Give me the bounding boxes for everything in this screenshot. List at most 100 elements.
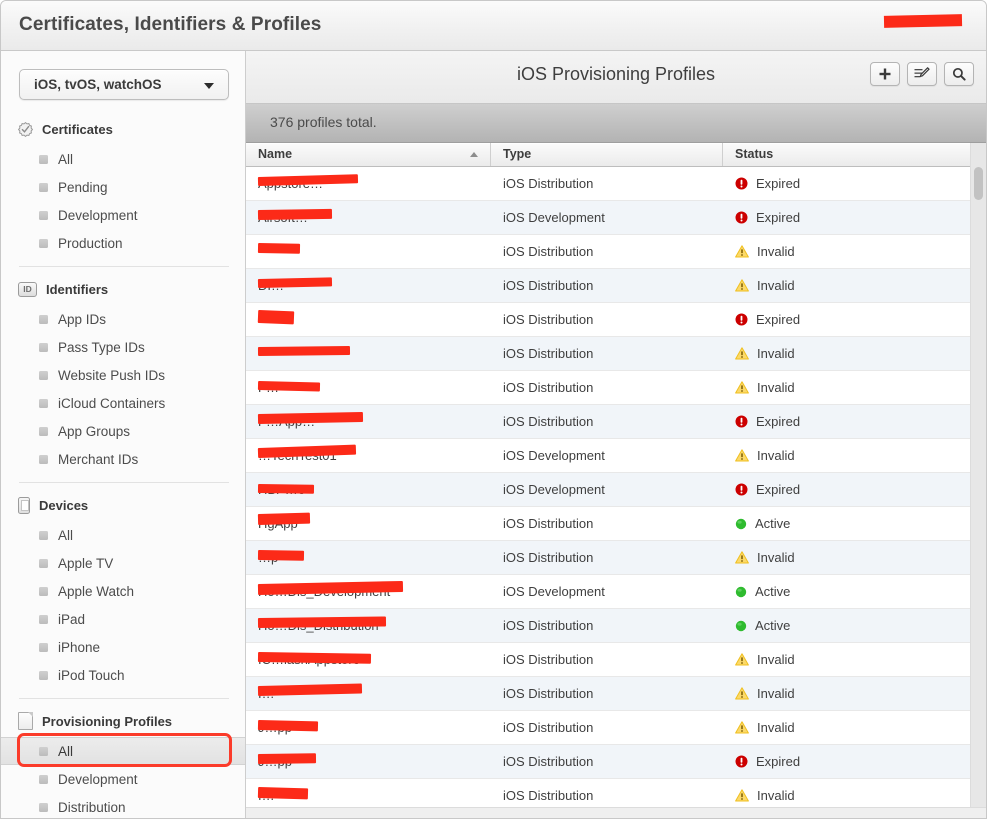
sort-ascending-caret-icon [470, 152, 478, 157]
cell-profile-name: …TechTest01 [246, 439, 491, 472]
table-row[interactable]: F…App…iOS DistributionExpired [246, 405, 986, 439]
warning-triangle-icon [735, 721, 749, 734]
column-header-status[interactable]: Status [723, 143, 986, 166]
cell-profile-type: iOS Distribution [491, 312, 723, 327]
table-row[interactable]: IC…lashAppstoreiOS DistributionInvalid [246, 643, 986, 677]
table-row[interactable]: …piOS DistributionInvalid [246, 541, 986, 575]
redaction-mark [258, 445, 356, 458]
sidebar-item-profiles-all[interactable]: All [1, 737, 245, 765]
table-row[interactable]: Ho…Dis_DistributioniOS DistributionActiv… [246, 609, 986, 643]
sidebar: iOS, tvOS, watchOS Certificates [1, 51, 246, 819]
cell-profile-type: iOS Distribution [491, 244, 723, 259]
table-row[interactable]: HgAppiOS DistributionActive [246, 507, 986, 541]
sidebar-item-apple-tv[interactable]: Apple TV [1, 549, 245, 577]
bullet-icon [39, 643, 48, 652]
cell-profile-status: Invalid [723, 652, 986, 667]
sidebar-header-certificates: Certificates [1, 116, 245, 142]
sidebar-item-certificates-production[interactable]: Production [1, 229, 245, 257]
sidebar-item-website-push-ids[interactable]: Website Push IDs [1, 361, 245, 389]
edit-profiles-button[interactable] [907, 62, 937, 86]
cell-profile-name: I… [246, 677, 491, 710]
table-row[interactable]: J…ppiOS DistributionInvalid [246, 711, 986, 745]
sidebar-header-label: Devices [39, 498, 88, 513]
sidebar-item-apple-watch[interactable]: Apple Watch [1, 577, 245, 605]
redaction-mark [258, 310, 294, 324]
redaction-mark [258, 753, 316, 764]
redaction-mark [258, 209, 332, 220]
status-label: Invalid [757, 550, 795, 565]
status-label: Expired [756, 210, 800, 225]
bullet-icon [39, 155, 48, 164]
table-row[interactable]: Ho…Dis_DevelopmentiOS DevelopmentActive [246, 575, 986, 609]
cell-profile-status: Invalid [723, 278, 986, 293]
column-header-type[interactable]: Type [491, 143, 723, 166]
cell-profile-type: iOS Development [491, 584, 723, 599]
sidebar-item-iphone[interactable]: iPhone [1, 633, 245, 661]
add-profile-button[interactable] [870, 62, 900, 86]
redaction-mark [258, 720, 318, 731]
sidebar-item-icloud-containers[interactable]: iCloud Containers [1, 389, 245, 417]
cell-profile-name: …p [246, 541, 491, 574]
table-row[interactable]: J…ppiOS DistributionExpired [246, 745, 986, 779]
table-row[interactable]: Airsoft…iOS DevelopmentExpired [246, 201, 986, 235]
error-circle-icon [735, 211, 748, 224]
table-row[interactable]: iOS DistributionExpired [246, 303, 986, 337]
table-row[interactable]: I…iOS DistributionInvalid [246, 677, 986, 711]
sidebar-header-identifiers: ID Identifiers [1, 276, 245, 302]
table-row[interactable]: F…iOS DistributionInvalid [246, 371, 986, 405]
sidebar-item-label: iPad [58, 612, 85, 627]
search-button[interactable] [944, 62, 974, 86]
status-label: Invalid [757, 278, 795, 293]
cell-profile-status: Invalid [723, 550, 986, 565]
cell-profile-name: J…pp [246, 711, 491, 744]
sidebar-item-certificates-development[interactable]: Development [1, 201, 245, 229]
sidebar-item-merchant-ids[interactable]: Merchant IDs [1, 445, 245, 473]
sidebar-item-profiles-distribution[interactable]: Distribution [1, 793, 245, 819]
sidebar-item-ipad[interactable]: iPad [1, 605, 245, 633]
cell-profile-type: iOS Distribution [491, 346, 723, 361]
sidebar-item-label: iPhone [58, 640, 100, 655]
edit-pencil-icon [914, 67, 930, 81]
sidebar-item-app-groups[interactable]: App Groups [1, 417, 245, 445]
sidebar-item-ipod-touch[interactable]: iPod Touch [1, 661, 245, 689]
sidebar-item-app-ids[interactable]: App IDs [1, 305, 245, 333]
sidebar-item-devices-all[interactable]: All [1, 521, 245, 549]
sidebar-item-profiles-development[interactable]: Development [1, 765, 245, 793]
cell-profile-type: iOS Distribution [491, 176, 723, 191]
error-circle-icon [735, 483, 748, 496]
profile-count-bar: 376 profiles total. [246, 104, 986, 143]
vertical-scrollbar[interactable] [970, 143, 986, 819]
cell-profile-status: Invalid [723, 686, 986, 701]
cell-profile-type: iOS Distribution [491, 652, 723, 667]
status-label: Expired [756, 482, 800, 497]
table-row[interactable]: iOS DistributionInvalid [246, 235, 986, 269]
redaction-mark [258, 381, 320, 392]
sidebar-item-label: Production [58, 236, 123, 251]
warning-triangle-icon [735, 789, 749, 802]
sidebar-item-certificates-pending[interactable]: Pending [1, 173, 245, 201]
status-label: Expired [756, 754, 800, 769]
bullet-icon [39, 803, 48, 812]
redaction-mark [258, 550, 304, 561]
document-page-icon [18, 712, 33, 730]
table-row[interactable]: HBP…eiOS DevelopmentExpired [246, 473, 986, 507]
redaction-mark [258, 513, 310, 525]
table-row[interactable]: …TechTest01iOS DevelopmentInvalid [246, 439, 986, 473]
cell-profile-status: Expired [723, 754, 986, 769]
sidebar-item-certificates-all[interactable]: All [1, 145, 245, 173]
sidebar-header-provisioning-profiles: Provisioning Profiles [1, 708, 245, 734]
column-header-name[interactable]: Name [246, 143, 491, 166]
table-row[interactable]: Appstore…iOS DistributionExpired [246, 167, 986, 201]
body-split: iOS, tvOS, watchOS Certificates [1, 51, 986, 819]
cell-profile-type: iOS Development [491, 448, 723, 463]
plus-icon [879, 68, 892, 81]
sidebar-item-label: Pass Type IDs [58, 340, 145, 355]
table-row[interactable]: DI…iOS DistributionInvalid [246, 269, 986, 303]
horizontal-scrollbar[interactable] [246, 807, 986, 819]
sidebar-nav: Certificates All Pending Development [1, 116, 245, 819]
sidebar-item-pass-type-ids[interactable]: Pass Type IDs [1, 333, 245, 361]
platform-select[interactable]: iOS, tvOS, watchOS [19, 69, 229, 100]
active-dot-icon [735, 586, 747, 598]
table-row[interactable]: iOS DistributionInvalid [246, 337, 986, 371]
scrollbar-thumb[interactable] [974, 167, 983, 200]
